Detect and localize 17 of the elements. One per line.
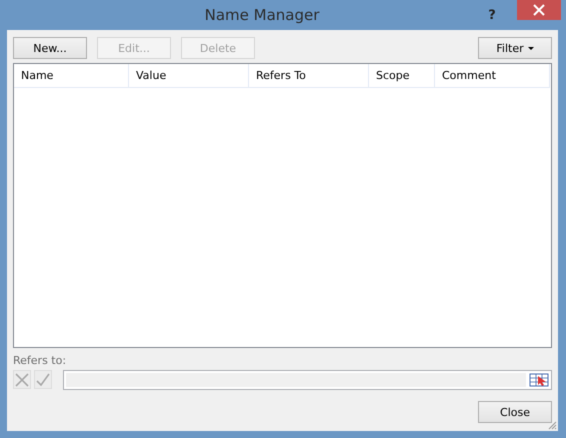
column-header[interactable]: Scope bbox=[369, 64, 435, 88]
column-header[interactable]: Refers To bbox=[249, 64, 369, 88]
column-header[interactable]: Value bbox=[129, 64, 249, 88]
close-icon[interactable] bbox=[517, 0, 561, 20]
toolbar-button[interactable]: New... bbox=[13, 37, 87, 59]
refers-to-label: Refers to: bbox=[13, 354, 68, 367]
close-button[interactable]: Close bbox=[478, 401, 552, 423]
column-header[interactable]: Comment bbox=[435, 64, 550, 88]
range-select-icon[interactable] bbox=[529, 372, 549, 386]
refers-to-field[interactable] bbox=[63, 370, 552, 390]
check-icon[interactable] bbox=[34, 370, 52, 389]
column-header[interactable]: Name bbox=[14, 64, 129, 88]
help-button[interactable]: ? bbox=[477, 8, 507, 22]
cancel-icon[interactable] bbox=[13, 370, 31, 389]
filter-button[interactable]: Filter bbox=[478, 37, 552, 59]
resize-grip-icon[interactable] bbox=[547, 420, 557, 430]
window-title: Name Manager bbox=[204, 6, 320, 24]
